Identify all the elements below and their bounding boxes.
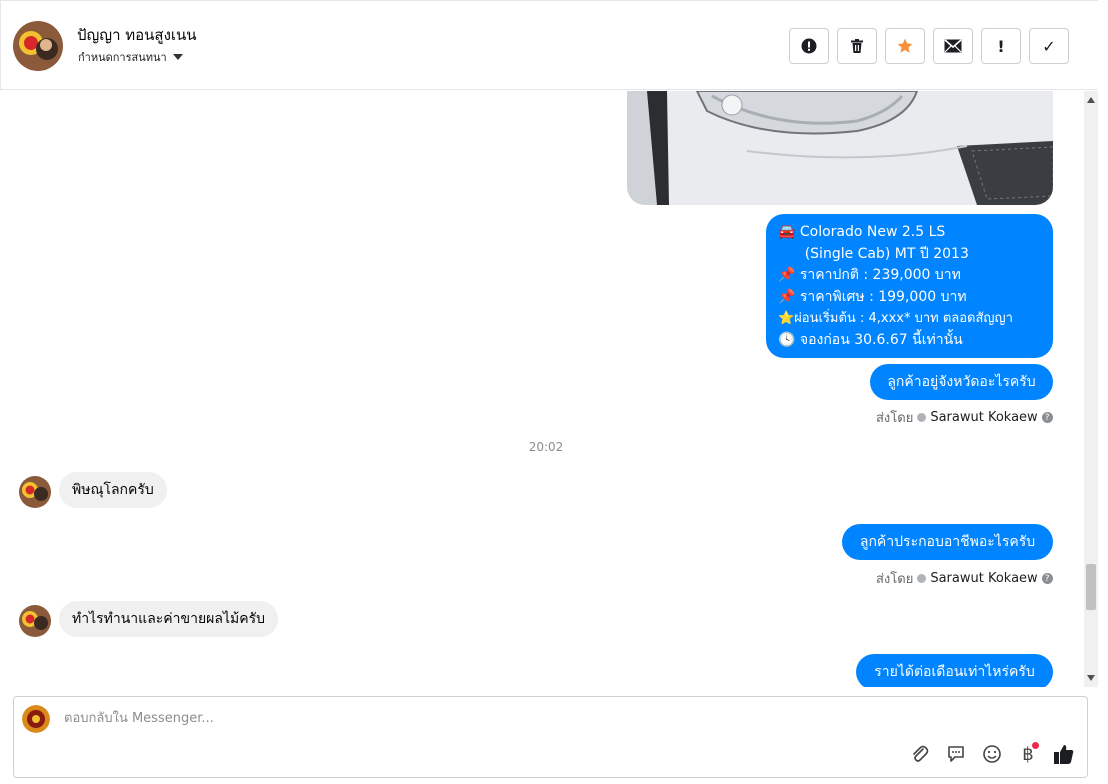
car-info-line: 🕓 จองก่อน 30.6.67 นี้เท่านั้น	[778, 331, 963, 348]
sent-by-label: ส่งโดย	[876, 411, 914, 426]
alert-circle-icon	[801, 38, 817, 54]
sent-by-info: ส่งโดย Sarawut Kokaew ?	[876, 407, 1053, 428]
page-avatar	[22, 705, 50, 733]
scroll-down-arrow-icon[interactable]	[1087, 675, 1095, 681]
caret-down-icon	[172, 54, 183, 60]
check-icon: ✓	[1042, 36, 1056, 56]
reply-input[interactable]	[62, 710, 666, 727]
mark-done-button[interactable]: ✓	[1029, 28, 1069, 64]
thread-scrollbar[interactable]	[1084, 91, 1098, 687]
envelope-icon	[944, 39, 962, 53]
agent-name[interactable]: Sarawut Kokaew	[930, 410, 1037, 425]
conversation-status-dropdown[interactable]: กำหนดการสนทนา	[78, 48, 183, 66]
header-toolbar: ! ✓	[789, 28, 1069, 64]
scroll-up-arrow-icon[interactable]	[1087, 97, 1095, 103]
verified-icon	[917, 413, 927, 422]
follow-up-button[interactable]: !	[981, 28, 1021, 64]
car-info-line: 🚘 Colorado New 2.5 LS	[778, 224, 946, 240]
contact-avatar[interactable]	[13, 21, 63, 71]
star-button[interactable]	[885, 28, 925, 64]
mark-unread-button[interactable]	[933, 28, 973, 64]
car-info-message[interactable]: 🚘 Colorado New 2.5 LS (Single Cab) MT ปี…	[766, 214, 1053, 358]
attach-button[interactable]	[907, 741, 933, 767]
emoji-button[interactable]	[979, 741, 1005, 767]
car-info-line: (Single Cab) MT ปี 2013	[778, 245, 969, 262]
star-icon	[897, 38, 913, 53]
contact-name: ปัญญา ทอนสูงเนน	[77, 26, 197, 44]
conversation-header: ปัญญา ทอนสูงเนน กำหนดการสนทนา ! ✓	[0, 0, 1098, 90]
car-info-line: 📌 ราคาปกติ : 239,000 บาท	[778, 267, 961, 283]
car-info-line: ⭐ผ่อนเริ่มต้น : 4,xxx* บาท ตลอดสัญญา	[778, 311, 1013, 326]
payment-button[interactable]: ฿	[1015, 741, 1041, 767]
exclamation-icon: !	[997, 36, 1005, 56]
message-thread[interactable]: 🚘 Colorado New 2.5 LS (Single Cab) MT ปี…	[0, 91, 1084, 687]
car-photo[interactable]	[627, 91, 1053, 205]
conversation-status-label: กำหนดการสนทนา	[78, 51, 167, 64]
notification-dot	[1032, 742, 1039, 749]
reply-composer: ฿	[13, 696, 1088, 778]
smiley-icon	[983, 745, 1001, 763]
car-info-line: 📌 ราคาพิเศษ : 199,000 บาท	[778, 288, 967, 305]
sent-by-label: ส่งโดย	[876, 572, 914, 587]
report-button[interactable]	[789, 28, 829, 64]
outgoing-message[interactable]: รายได้ต่อเดือนเท่าไหร่ครับ	[856, 654, 1053, 687]
incoming-message[interactable]: ทำไรทำนาและค่าขายผลไม้ครับ	[59, 601, 278, 637]
contact-avatar-small[interactable]	[19, 605, 51, 637]
message-timestamp: 20:02	[528, 440, 564, 454]
chat-bubble-icon	[948, 746, 964, 762]
help-icon[interactable]: ?	[1041, 573, 1053, 584]
agent-name[interactable]: Sarawut Kokaew	[930, 571, 1037, 586]
sent-by-info: ส่งโดย Sarawut Kokaew ?	[876, 568, 1053, 589]
help-icon[interactable]: ?	[1041, 412, 1053, 423]
trash-icon	[851, 39, 863, 53]
composer-actions: ฿	[907, 741, 1077, 767]
contact-avatar-small[interactable]	[19, 476, 51, 508]
saved-replies-button[interactable]	[943, 741, 969, 767]
paperclip-icon	[913, 745, 929, 762]
thumbs-up-icon	[1054, 745, 1074, 764]
like-button[interactable]	[1051, 741, 1077, 767]
verified-icon	[917, 574, 927, 583]
scrollbar-thumb[interactable]	[1086, 564, 1096, 610]
outgoing-message[interactable]: ลูกค้าอยู่จังหวัดอะไรครับ	[870, 364, 1053, 400]
outgoing-message[interactable]: ลูกค้าประกอบอาชีพอะไรครับ	[842, 524, 1053, 560]
incoming-message[interactable]: พิษณุโลกครับ	[59, 472, 167, 508]
delete-button[interactable]	[837, 28, 877, 64]
